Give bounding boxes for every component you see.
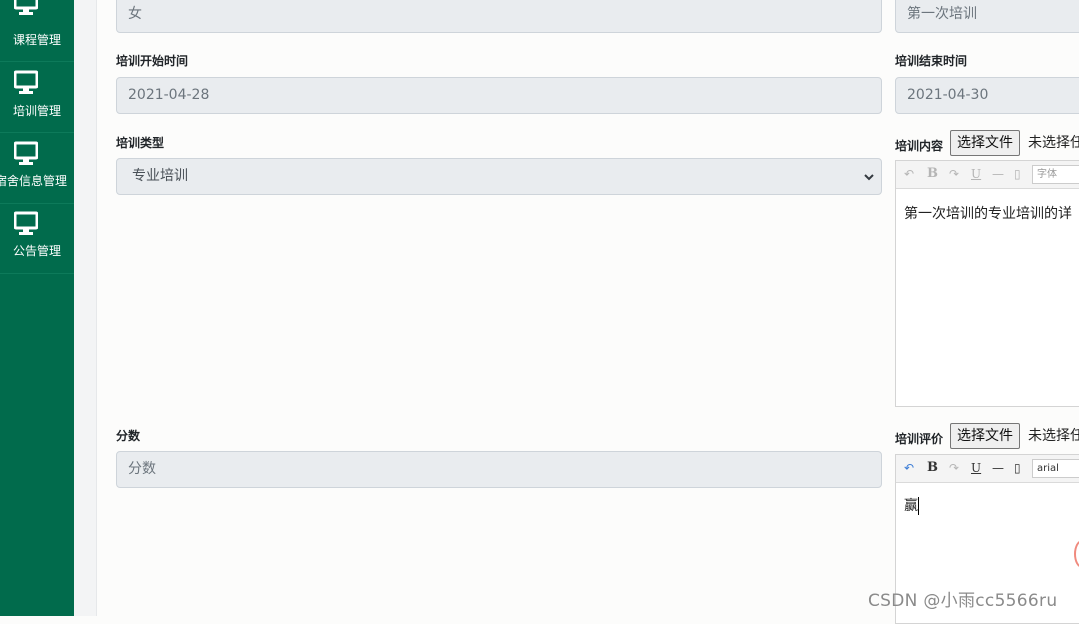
undo-icon[interactable]: ↶ (904, 460, 914, 476)
underline-button[interactable]: U (971, 166, 981, 182)
bold-button[interactable]: B (927, 460, 938, 476)
evaluation-editor-content[interactable]: 赢 (904, 495, 919, 515)
evaluation-file-button[interactable]: 选择文件 (950, 423, 1020, 449)
chevron-down-icon (864, 174, 874, 181)
sidebar-item-label: 培训管理 (12, 104, 61, 118)
redo-icon[interactable]: ↷ (949, 166, 959, 182)
score-label: 分数 (116, 429, 141, 443)
training-type-label: 培训类型 (116, 136, 165, 150)
sidebar: 课程管理 培训管理 宿舍信息管理 公告管理 (0, 0, 74, 616)
monitor-icon (14, 0, 38, 15)
editor-toolbar: ↶ B ↷ U — ▯ arial (896, 455, 1079, 483)
evaluation-file-status: 未选择任 (1028, 428, 1079, 444)
start-time-field[interactable]: 2021-04-28 (116, 77, 882, 114)
gender-field[interactable]: 女 (116, 0, 882, 33)
sidebar-item-label: 宿舍信息管理 (0, 174, 67, 188)
end-time-field[interactable]: 2021-04-30 (895, 77, 1079, 114)
monitor-icon (14, 141, 38, 165)
training-type-value: 专业培训 (132, 168, 188, 184)
text-caret (918, 497, 919, 515)
content-gutter (74, 0, 97, 616)
content-file-button[interactable]: 选择文件 (950, 130, 1020, 156)
monitor-icon (14, 211, 38, 235)
content-rich-editor[interactable]: ↶ B ↷ U — ▯ 字体 第一次培训的专业培训的详 (895, 160, 1079, 407)
score-input[interactable]: 分数 (116, 451, 882, 488)
evaluation-editor-text: 赢 (904, 498, 918, 514)
font-family-select[interactable]: 字体 (1032, 165, 1079, 184)
underline-button[interactable]: U (971, 460, 981, 476)
end-time-label: 培训结束时间 (895, 54, 968, 68)
sidebar-item-training[interactable]: 培训管理 (0, 62, 74, 133)
sidebar-item-label: 公告管理 (12, 244, 61, 258)
sidebar-item-dorm[interactable]: 宿舍信息管理 (0, 133, 74, 204)
evaluation-label: 培训评价 (895, 432, 944, 446)
training-type-select[interactable]: 专业培训 (116, 158, 882, 195)
editor-toolbar: ↶ B ↷ U — ▯ 字体 (896, 161, 1079, 189)
start-time-label: 培训开始时间 (116, 54, 189, 68)
font-family-select[interactable]: arial (1032, 459, 1079, 478)
document-icon[interactable]: ▯ (1014, 460, 1021, 476)
content-editor-text[interactable]: 第一次培训的专业培训的详 (904, 203, 1072, 223)
undo-icon[interactable]: ↶ (904, 166, 914, 182)
horizontal-rule-icon[interactable]: — (992, 460, 1004, 476)
training-content-label: 培训内容 (895, 139, 944, 153)
horizontal-rule-icon[interactable]: — (992, 166, 1004, 182)
bold-button[interactable]: B (927, 166, 938, 182)
document-icon[interactable]: ▯ (1014, 166, 1021, 182)
sidebar-item-label: 课程管理 (12, 33, 61, 47)
training-name-field[interactable]: 第一次培训 (895, 0, 1079, 33)
sidebar-item-notice[interactable]: 公告管理 (0, 203, 74, 274)
watermark: CSDN @小雨cc5566ru (868, 591, 1058, 611)
redo-icon[interactable]: ↷ (949, 460, 959, 476)
monitor-icon (14, 70, 38, 94)
content-file-status: 未选择任 (1028, 135, 1079, 151)
sidebar-item-course[interactable]: 课程管理 (0, 0, 74, 62)
